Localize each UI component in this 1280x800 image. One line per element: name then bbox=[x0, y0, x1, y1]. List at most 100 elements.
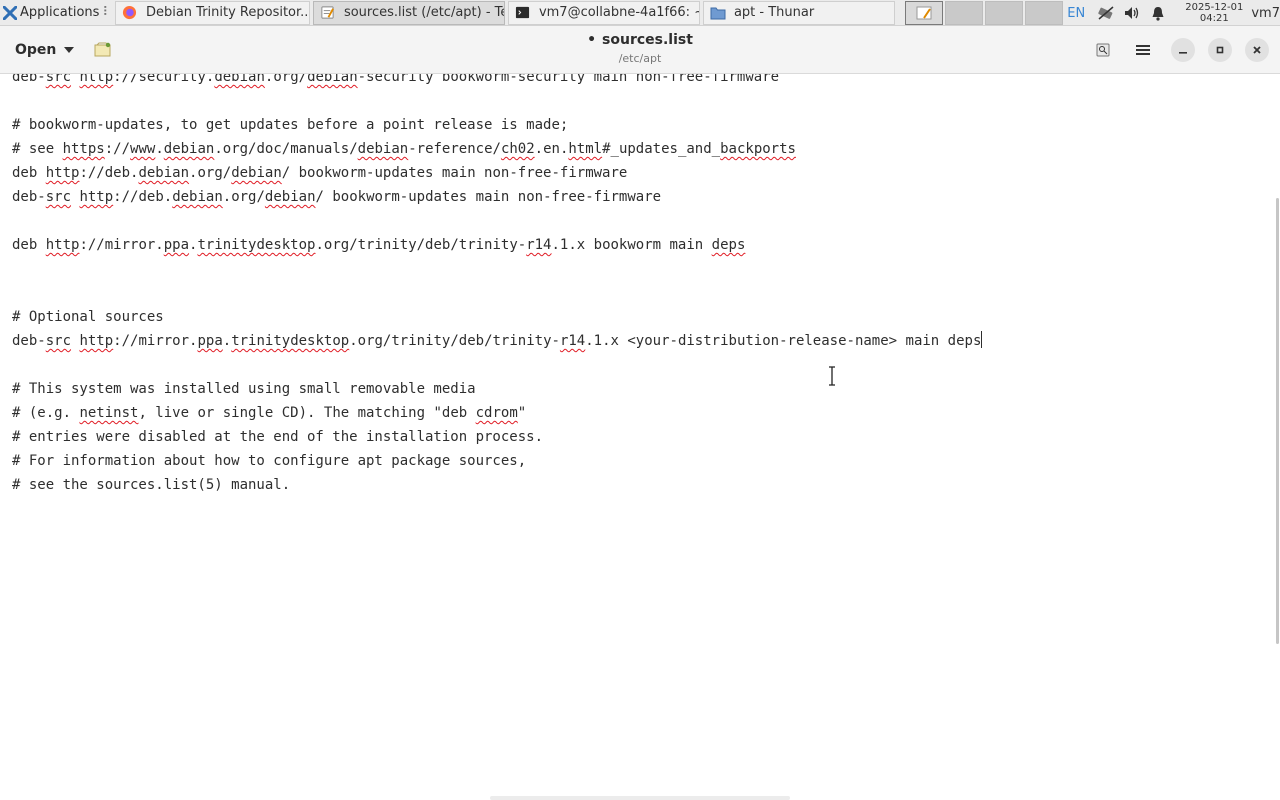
misspelled-word: netinst bbox=[79, 405, 139, 421]
text-segment: .org/doc/manuals/ bbox=[214, 141, 358, 157]
text-lines[interactable]: deb-src http://security.debian.org/debia… bbox=[12, 74, 983, 497]
text-line[interactable]: # (e.g. netinst, live or single CD). The… bbox=[12, 401, 982, 425]
clock-date: 2025-12-01 bbox=[1185, 2, 1244, 13]
misspelled-word: debian bbox=[231, 165, 282, 181]
text-line[interactable]: deb http://deb.debian.org/debian/ bookwo… bbox=[12, 161, 982, 185]
close-icon bbox=[1253, 46, 1261, 54]
misspelled-word: html bbox=[568, 141, 603, 157]
minimize-icon bbox=[1179, 52, 1187, 54]
text-line[interactable]: # Optional sources bbox=[12, 305, 982, 329]
text-segment: -reference/ bbox=[408, 141, 501, 157]
task-label: sources.list (/etc/apt) - Te... bbox=[343, 5, 505, 20]
workspace-switcher bbox=[904, 0, 1065, 26]
text-line[interactable]: # entries were disabled at the end of th… bbox=[12, 425, 982, 449]
notification-bell-icon[interactable] bbox=[1149, 4, 1167, 22]
menu-separator-icon: ⠇ bbox=[102, 5, 112, 20]
misspelled-word: ppa bbox=[163, 237, 190, 253]
text-line[interactable]: # see https://www.debian.org/doc/manuals… bbox=[12, 137, 982, 161]
workspace-4[interactable] bbox=[1024, 0, 1063, 25]
modified-indicator: • bbox=[587, 32, 597, 48]
vertical-scrollbar[interactable] bbox=[1276, 198, 1279, 644]
text-segment: .org/ bbox=[222, 189, 265, 205]
search-replace-button[interactable] bbox=[1092, 39, 1114, 61]
top-panel: Applications ⠇ Debian Trinity Repositor.… bbox=[0, 0, 1280, 26]
misspelled-word: r14 bbox=[559, 333, 586, 349]
workspace-1[interactable] bbox=[904, 0, 943, 25]
task-label: apt - Thunar bbox=[733, 5, 815, 20]
text-segment: . bbox=[155, 141, 164, 157]
misspelled-word: http bbox=[79, 74, 114, 85]
text-line[interactable] bbox=[12, 281, 982, 305]
maximize-icon bbox=[1216, 46, 1224, 54]
text-line[interactable]: # bookworm-updates, to get updates befor… bbox=[12, 113, 982, 137]
text-segment: # For information about how to configure… bbox=[12, 453, 527, 469]
text-editor-icon bbox=[916, 6, 932, 19]
text-segment: ://mirror. bbox=[113, 333, 198, 349]
close-button[interactable] bbox=[1245, 38, 1269, 62]
text-line[interactable]: deb-src http://deb.debian.org/debian/ bo… bbox=[12, 185, 982, 209]
mouse-ibeam-cursor-icon bbox=[829, 366, 835, 386]
document-path: /etc/apt bbox=[618, 52, 662, 65]
workspace-2[interactable] bbox=[944, 0, 983, 25]
folder-icon bbox=[710, 5, 726, 21]
clock-time: 04:21 bbox=[1199, 13, 1229, 24]
text-segment: # This system was installed using small … bbox=[12, 381, 476, 397]
user-menu[interactable]: vm7 bbox=[1251, 6, 1280, 21]
network-icon[interactable] bbox=[1097, 4, 1115, 22]
clock[interactable]: 2025-12-01 04:21 bbox=[1185, 2, 1243, 24]
text-segment: # entries were disabled at the end of th… bbox=[12, 429, 544, 445]
misspelled-word: r14 bbox=[526, 237, 552, 253]
text-segment: ://deb. bbox=[79, 165, 139, 181]
text-line[interactable]: deb-src http://security.debian.org/debia… bbox=[12, 74, 982, 89]
task-label: Debian Trinity Repositor... bbox=[145, 5, 310, 20]
misspelled-word: debian bbox=[214, 74, 265, 85]
task-firefox[interactable]: Debian Trinity Repositor... bbox=[114, 0, 310, 25]
text-line[interactable] bbox=[12, 209, 982, 233]
text-line[interactable] bbox=[12, 257, 982, 281]
misspelled-word: http bbox=[45, 237, 80, 253]
text-segment: / bookworm-updates main non-free-firmwar… bbox=[315, 189, 662, 205]
task-label: vm7@collabne-4a1f66: ~ bbox=[538, 5, 700, 20]
workspace-3[interactable] bbox=[984, 0, 1023, 25]
text-segment: deb- bbox=[12, 189, 46, 205]
text-segment: , live or single CD). The matching "deb bbox=[138, 405, 476, 421]
text-segment: deb- bbox=[12, 333, 46, 349]
main-menu-button[interactable] bbox=[1132, 39, 1154, 61]
misspelled-word: cdrom bbox=[475, 405, 518, 421]
text-segment: .org/ bbox=[264, 74, 308, 85]
minimize-button[interactable] bbox=[1171, 38, 1195, 62]
text-segment: deb bbox=[12, 237, 46, 253]
window-title: • sources.list bbox=[0, 32, 1280, 48]
maximize-button[interactable] bbox=[1208, 38, 1232, 62]
text-segment: # see the sources.list(5) manual. bbox=[12, 477, 291, 493]
text-segment: deb- bbox=[12, 74, 46, 85]
misspelled-word: ch02 bbox=[500, 141, 535, 157]
volume-icon[interactable] bbox=[1123, 4, 1141, 22]
misspelled-word: debian bbox=[264, 189, 316, 205]
misspelled-word: http bbox=[45, 165, 80, 181]
text-editor-area[interactable]: deb-src http://security.debian.org/debia… bbox=[0, 74, 1280, 800]
applications-menu[interactable]: Applications ⠇ bbox=[0, 0, 115, 26]
firefox-icon bbox=[122, 5, 138, 21]
text-segment: # (e.g. bbox=[12, 405, 80, 421]
text-segment: .org/trinity/deb/trinity- bbox=[315, 237, 527, 253]
task-terminal[interactable]: vm7@collabne-4a1f66: ~ bbox=[507, 0, 700, 25]
text-segment: ://mirror. bbox=[79, 237, 164, 253]
hamburger-menu-icon bbox=[1136, 45, 1150, 55]
taskbar: Debian Trinity Repositor... sources.list… bbox=[114, 0, 898, 26]
task-text-editor[interactable]: sources.list (/etc/apt) - Te... bbox=[312, 0, 505, 25]
terminal-icon bbox=[515, 5, 531, 21]
text-line[interactable] bbox=[12, 89, 982, 113]
keyboard-layout-indicator[interactable]: EN bbox=[1067, 6, 1085, 21]
misspelled-word: debian bbox=[172, 189, 223, 205]
misspelled-word: backports bbox=[720, 141, 796, 157]
text-line[interactable]: deb-src http://mirror.ppa.trinitydesktop… bbox=[12, 329, 983, 353]
task-file-manager[interactable]: apt - Thunar bbox=[702, 0, 895, 25]
text-line[interactable]: deb http://mirror.ppa.trinitydesktop.org… bbox=[12, 233, 982, 257]
header-bar: Open • sources.list /etc/apt bbox=[0, 26, 1280, 74]
misspelled-word: http bbox=[79, 189, 114, 205]
text-line[interactable]: # For information about how to configure… bbox=[12, 449, 982, 473]
text-segment: ://security. bbox=[113, 74, 215, 85]
text-line[interactable]: # see the sources.list(5) manual. bbox=[12, 473, 982, 497]
text-segment: " bbox=[517, 405, 527, 421]
